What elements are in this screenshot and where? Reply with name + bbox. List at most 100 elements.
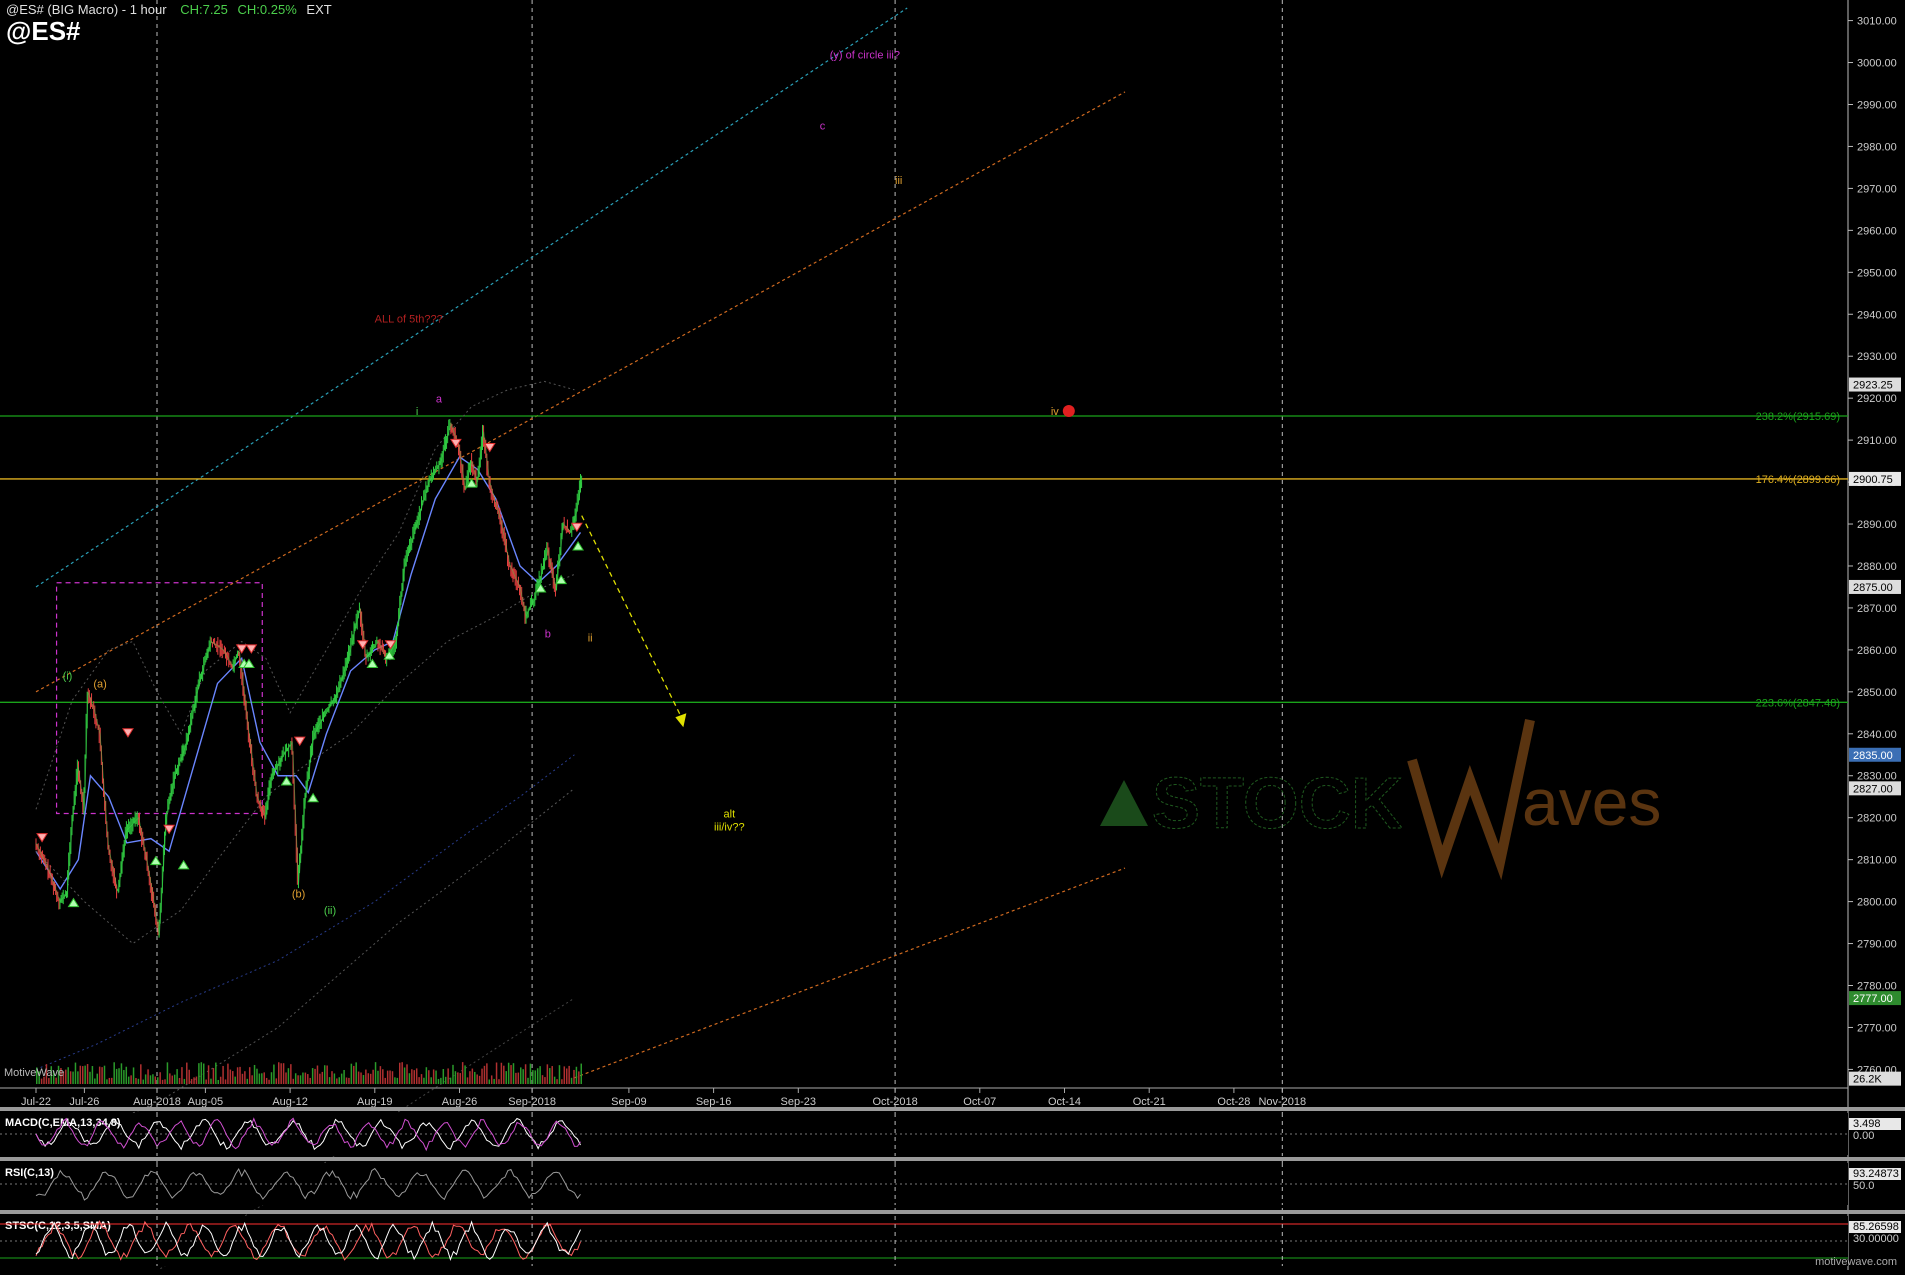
volume-bar [369, 1073, 372, 1084]
volume-bar [539, 1066, 541, 1084]
y-tick-label: 3010.00 [1857, 16, 1897, 28]
volume-bar [210, 1078, 212, 1084]
price-tag-label: 2777.00 [1853, 993, 1893, 1005]
y-tick-label: 2950.00 [1857, 267, 1897, 279]
volume-bar [498, 1079, 500, 1084]
volume-bar [186, 1062, 188, 1084]
logo-stock-text: STOCK [1152, 764, 1403, 844]
fib-level-label: 238.2%(2915.69) [1756, 411, 1840, 423]
indicator-value: 30.00000 [1853, 1233, 1899, 1245]
volume-bar [512, 1063, 515, 1084]
volume-bar [423, 1077, 425, 1084]
volume-bar [546, 1064, 549, 1084]
volume-bar [570, 1077, 573, 1084]
volume-bar [541, 1075, 544, 1084]
chart-header: @ES# (BIG Macro) - 1 hour CH:7.25 CH:0.2… [6, 2, 332, 17]
volume-bar [91, 1066, 94, 1084]
wave-label: i [416, 406, 418, 418]
volume-bar [302, 1072, 304, 1084]
volume-bar [319, 1073, 321, 1084]
y-tick-label: 2850.00 [1857, 687, 1897, 699]
volume-bar [558, 1065, 561, 1084]
volume-bar [157, 1077, 159, 1084]
wave-label: iii/iv?? [714, 821, 745, 833]
volume-bar [459, 1073, 461, 1084]
y-tick-label: 2780.00 [1857, 981, 1897, 993]
volume-bar [507, 1062, 510, 1084]
volume-bar [297, 1075, 299, 1084]
volume-bar [159, 1072, 161, 1084]
volume-bar [449, 1077, 452, 1084]
session-label: EXT [306, 2, 332, 17]
indicator-value: 93.24873 [1853, 1168, 1899, 1180]
wave-label: ALL of 5th??? [375, 314, 443, 326]
volume-bar [236, 1067, 239, 1084]
volume-bar [212, 1068, 215, 1084]
y-tick-label: 2890.00 [1857, 519, 1897, 531]
volume-bar [527, 1077, 529, 1084]
indicator-value: 50.0 [1853, 1180, 1874, 1192]
volume-bar [103, 1065, 106, 1084]
volume-bar [357, 1071, 360, 1084]
volume-bar [140, 1064, 142, 1084]
signal-up-marker [149, 855, 162, 866]
indicator-title: RSI(C,13) [5, 1167, 54, 1179]
volume-bar [536, 1068, 539, 1084]
volume-bar [84, 1065, 86, 1084]
x-tick-label: Jul-26 [69, 1096, 99, 1108]
volume-bar [183, 1078, 186, 1084]
volume-bar [551, 1066, 553, 1084]
volume-bar [299, 1075, 302, 1084]
signal-up-marker [177, 859, 190, 870]
volume-bar [367, 1073, 370, 1084]
volume-bar [529, 1063, 532, 1084]
volume-bar [348, 1077, 350, 1084]
volume-bar [447, 1068, 449, 1084]
volume-bar [428, 1070, 430, 1084]
alert-icon [1062, 404, 1075, 417]
y-tick-label: 2990.00 [1857, 99, 1897, 111]
y-tick-label: 2810.00 [1857, 855, 1897, 867]
volume-bar [181, 1067, 183, 1084]
volume-bar [362, 1075, 365, 1084]
volume-bar [374, 1062, 377, 1084]
volume-bar [171, 1075, 174, 1084]
volume-bar [338, 1077, 340, 1084]
volume-bar [74, 1062, 77, 1084]
volume-bar [520, 1067, 522, 1084]
x-tick-label: Aug-12 [272, 1096, 307, 1108]
volume-bar [164, 1079, 166, 1084]
volume-bar [193, 1077, 195, 1084]
volume-bar [561, 1079, 563, 1084]
y-tick-label: 2860.00 [1857, 645, 1897, 657]
signal-down-marker [245, 644, 258, 654]
volume-bar [115, 1068, 118, 1084]
price-tag-label: 2827.00 [1853, 783, 1893, 795]
brand-label: MotiveWave [4, 1067, 65, 1079]
volume-bar [152, 1074, 154, 1084]
x-tick-label: Jul-22 [21, 1096, 51, 1108]
y-tick-label: 2840.00 [1857, 729, 1897, 741]
chart-canvas[interactable]: 2760.002770.002780.002790.002800.002810.… [0, 0, 1905, 1275]
volume-bar [285, 1072, 287, 1084]
volume-bar [188, 1069, 190, 1084]
wave-label: b [545, 628, 551, 640]
volume-bar [173, 1074, 176, 1084]
volume-bar [442, 1069, 445, 1084]
volume-bar [481, 1068, 483, 1084]
symbol-label: @ES# [6, 16, 81, 46]
chart-window[interactable]: 2760.00 2770.00 2780.00 2790.00 2800.00 2810.… [0, 0, 1905, 1275]
x-tick-label: Oct-07 [963, 1096, 996, 1108]
volume-bar [135, 1078, 137, 1084]
volume-bar [111, 1077, 113, 1084]
y-tick-label: 2910.00 [1857, 435, 1897, 447]
x-tick-label: Aug-19 [357, 1096, 392, 1108]
volume-bar [394, 1077, 396, 1084]
volume-bar [391, 1071, 394, 1084]
volume-bar [161, 1079, 164, 1084]
volume-bar [268, 1079, 270, 1084]
trendline [35, 7, 908, 588]
volume-bar [534, 1070, 537, 1084]
volume-bar [568, 1065, 570, 1084]
site-label: motivewave.com [1815, 1256, 1897, 1268]
